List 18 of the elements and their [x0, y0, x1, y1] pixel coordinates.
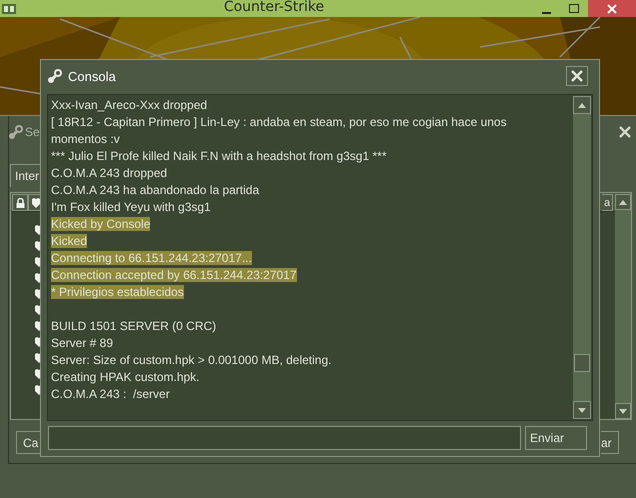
window-title: Consola — [68, 68, 116, 84]
column-header[interactable]: a — [602, 194, 613, 211]
send-button[interactable]: Enviar — [525, 426, 587, 450]
window-title: Se — [25, 125, 40, 139]
log-line: C.O.M.A 243 ha abandonado la partida — [51, 183, 260, 197]
dialog-button[interactable]: Ca — [16, 431, 40, 454]
dialog-button[interactable]: ar — [601, 431, 619, 454]
log-line: Creating HPAK custom.hpk. — [51, 370, 200, 384]
log-line: [ 18R12 - Capitan Primero ] Lin-Ley : andaba en steam, por eso me cogian hace unos momentos :v — [51, 115, 508, 146]
log-line: Server # 89 — [51, 336, 114, 350]
log-line: BUILD 1501 SERVER (0 CRC) — [51, 318, 216, 335]
log-line: C.O.M.A 243 : /server — [51, 387, 170, 401]
log-line: Xxx-Ivan_Areco-Xxx dropped — [51, 98, 208, 112]
log-line: *** Julio El Profe killed Naik F.N with a headshot from g3sg1 *** — [51, 149, 386, 163]
log-line: Server: Size of custom.hpk > 0.001000 MB, deleting. — [51, 353, 332, 367]
log-line: C.O.M.A 243 dropped — [51, 166, 168, 180]
log-line: I'm Fox killed Yeyu with g3sg1 — [51, 200, 211, 214]
window-title: Counter-Strike — [222, 0, 326, 14]
